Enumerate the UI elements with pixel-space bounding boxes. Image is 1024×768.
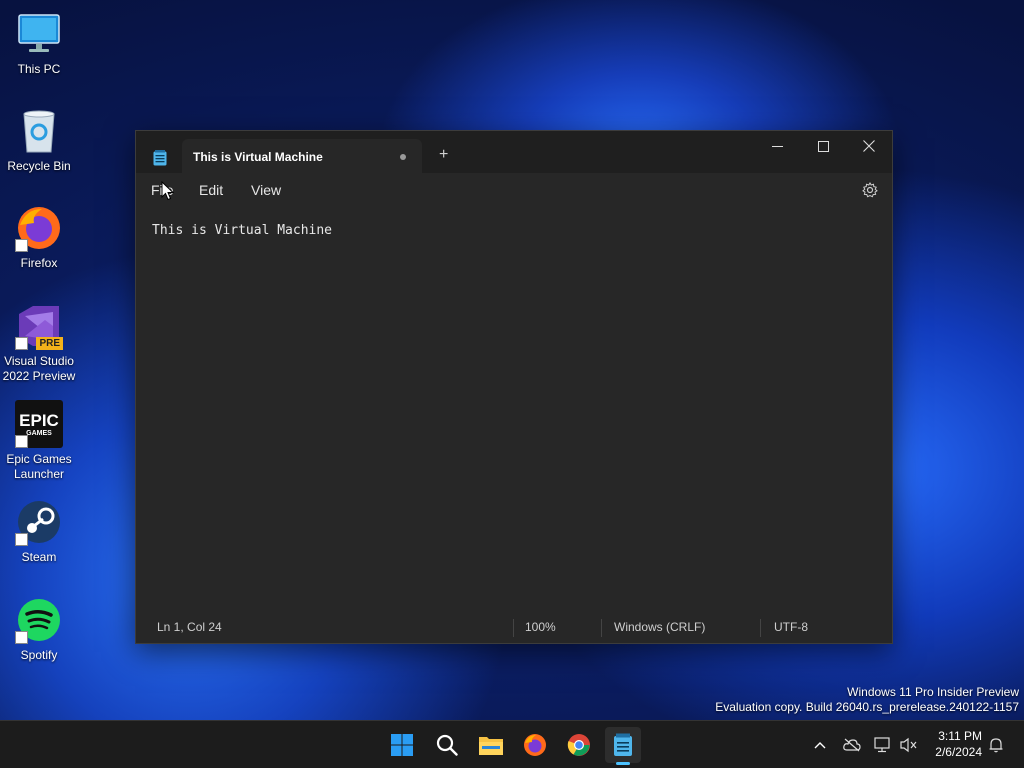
- minimize-button[interactable]: [754, 131, 800, 161]
- onedrive-tray-button[interactable]: [842, 735, 862, 755]
- notepad-taskbar-button[interactable]: [605, 727, 641, 765]
- shortcut-arrow-icon: [15, 533, 28, 546]
- desktop-icon-label: This PC: [17, 62, 61, 76]
- desktop-icon-epic-games[interactable]: EPIC GAMES Epic Games Launcher: [0, 400, 78, 482]
- evaluation-watermark: Windows 11 Pro Insider Preview Evaluatio…: [715, 685, 1019, 715]
- notepad-icon: [153, 150, 167, 166]
- epic-logo-text: EPIC: [19, 410, 59, 430]
- mouse-pointer-icon: [161, 181, 175, 201]
- notepad-window[interactable]: This is Virtual Machine + File Edit View…: [135, 130, 893, 644]
- start-icon: [391, 734, 413, 756]
- tab-title: This is Virtual Machine: [193, 150, 323, 164]
- recycle-bin-icon: [15, 107, 63, 155]
- status-bar: Ln 1, Col 24 100% Windows (CRLF) UTF-8: [136, 613, 892, 643]
- pre-badge: PRE: [36, 337, 63, 350]
- firefox-icon: [15, 204, 63, 252]
- file-explorer-button[interactable]: [473, 727, 509, 763]
- title-bar[interactable]: This is Virtual Machine +: [136, 131, 892, 173]
- network-icon: [874, 737, 890, 753]
- status-divider: [513, 619, 514, 637]
- bell-icon: [989, 738, 1003, 753]
- desktop-icon-label: Steam: [21, 550, 57, 564]
- close-button[interactable]: [846, 131, 892, 161]
- firefox-icon: [524, 734, 546, 756]
- spotify-icon: [15, 596, 63, 644]
- start-button[interactable]: [384, 727, 420, 763]
- epic-logo-sub: GAMES: [26, 429, 52, 437]
- menu-view[interactable]: View: [251, 182, 281, 198]
- desktop-icon-firefox[interactable]: Firefox: [0, 204, 78, 271]
- menu-bar: File Edit View: [136, 173, 892, 207]
- shortcut-arrow-icon: [15, 631, 28, 644]
- desktop-icon-label: Spotify: [20, 648, 58, 662]
- shortcut-arrow-icon: [15, 239, 28, 252]
- new-tab-button[interactable]: +: [439, 147, 448, 163]
- monitor-icon: [15, 10, 63, 58]
- show-hidden-icons-button[interactable]: [810, 735, 830, 755]
- shortcut-arrow-icon: [15, 337, 28, 350]
- watermark-line-1: Windows 11 Pro Insider Preview: [847, 685, 1019, 699]
- close-icon: [863, 140, 875, 152]
- network-tray-button[interactable]: [873, 735, 893, 755]
- file-explorer-icon: [479, 737, 503, 755]
- maximize-button[interactable]: [800, 131, 846, 161]
- shortcut-arrow-icon: [15, 435, 28, 448]
- taskbar-clock[interactable]: 3:11 PM 2/6/2024: [935, 728, 982, 760]
- onedrive-offline-icon: [843, 738, 861, 752]
- settings-gear-icon[interactable]: [862, 182, 878, 198]
- desktop-icon-label: Recycle Bin: [7, 159, 71, 173]
- zoom-level[interactable]: 100%: [525, 620, 556, 634]
- desktop-icon-visual-studio[interactable]: PRE Visual Studio 2022 Preview: [0, 302, 78, 384]
- clock-time: 3:11 PM: [938, 729, 982, 743]
- line-ending[interactable]: Windows (CRLF): [614, 620, 705, 634]
- taskbar: 3:11 PM 2/6/2024: [0, 720, 1024, 768]
- search-button[interactable]: [429, 727, 465, 763]
- volume-muted-icon: [900, 737, 917, 753]
- chevron-up-icon: [814, 742, 826, 749]
- document-tab[interactable]: This is Virtual Machine: [182, 139, 422, 173]
- volume-tray-button[interactable]: [899, 735, 919, 755]
- desktop-icon-label: Visual Studio 2022 Preview: [2, 354, 76, 383]
- firefox-taskbar-button[interactable]: [517, 727, 553, 763]
- desktop-icon-steam[interactable]: Steam: [0, 498, 78, 565]
- chrome-taskbar-button[interactable]: [561, 727, 597, 763]
- text-editor[interactable]: This is Virtual Machine: [136, 207, 892, 611]
- active-app-indicator: [616, 762, 630, 765]
- notifications-button[interactable]: [986, 735, 1006, 755]
- steam-icon: [15, 498, 63, 546]
- unsaved-dot-icon[interactable]: [400, 154, 406, 160]
- encoding[interactable]: UTF-8: [774, 620, 808, 634]
- notepad-icon: [614, 733, 632, 756]
- clock-date: 2/6/2024: [935, 745, 982, 759]
- editor-content[interactable]: This is Virtual Machine: [152, 223, 332, 238]
- watermark-line-2: Evaluation copy. Build 26040.rs_prerelea…: [715, 700, 1019, 714]
- desktop-icon-label: Firefox: [20, 256, 58, 270]
- chrome-icon: [567, 734, 590, 756]
- menu-edit[interactable]: Edit: [199, 182, 223, 198]
- desktop-icon-spotify[interactable]: Spotify: [0, 596, 78, 663]
- status-divider: [760, 619, 761, 637]
- cursor-position: Ln 1, Col 24: [157, 620, 222, 634]
- status-divider: [601, 619, 602, 637]
- search-icon: [436, 734, 458, 756]
- visual-studio-icon: PRE: [15, 302, 63, 350]
- desktop-icon-this-pc[interactable]: This PC: [0, 10, 78, 77]
- maximize-icon: [817, 140, 829, 152]
- epic-games-icon: EPIC GAMES: [15, 400, 63, 448]
- minimize-icon: [771, 145, 783, 147]
- desktop-icon-label: Epic Games Launcher: [6, 452, 72, 481]
- desktop-icon-recycle-bin[interactable]: Recycle Bin: [0, 107, 78, 174]
